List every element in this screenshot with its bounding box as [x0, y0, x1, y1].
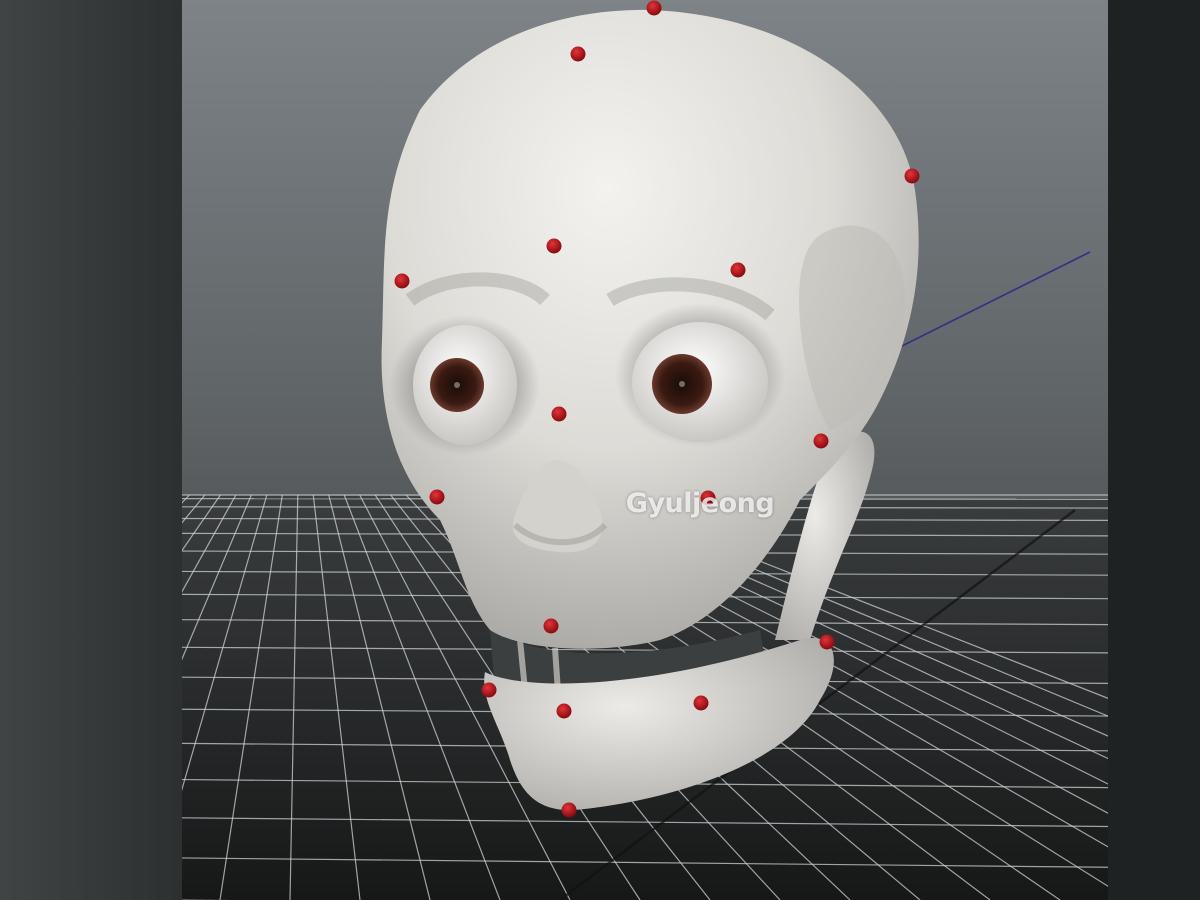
tracking-marker-dot: [429, 489, 445, 505]
left-frame: [0, 0, 188, 900]
photo-of-3d-viewport: [0, 0, 1200, 900]
tracking-marker-dot: [551, 406, 567, 422]
tracking-marker-dot: [570, 46, 586, 62]
tracking-marker-dot: [646, 0, 662, 16]
watermark-text: Gyuljeong: [625, 488, 775, 519]
tracking-marker-dot: [561, 802, 577, 818]
tracking-marker-dot: [556, 703, 572, 719]
tracking-marker-dot: [546, 238, 562, 254]
tracking-marker-dot: [394, 273, 410, 289]
tracking-marker-dot: [813, 433, 829, 449]
right-frame: [1098, 0, 1200, 900]
tracking-marker-dot: [481, 682, 497, 698]
tracking-marker-dot: [730, 262, 746, 278]
tracking-marker-dot: [693, 695, 709, 711]
tracking-marker-dot: [543, 618, 559, 634]
tracking-marker-dot: [904, 168, 920, 184]
tracking-marker-dot: [819, 634, 835, 650]
